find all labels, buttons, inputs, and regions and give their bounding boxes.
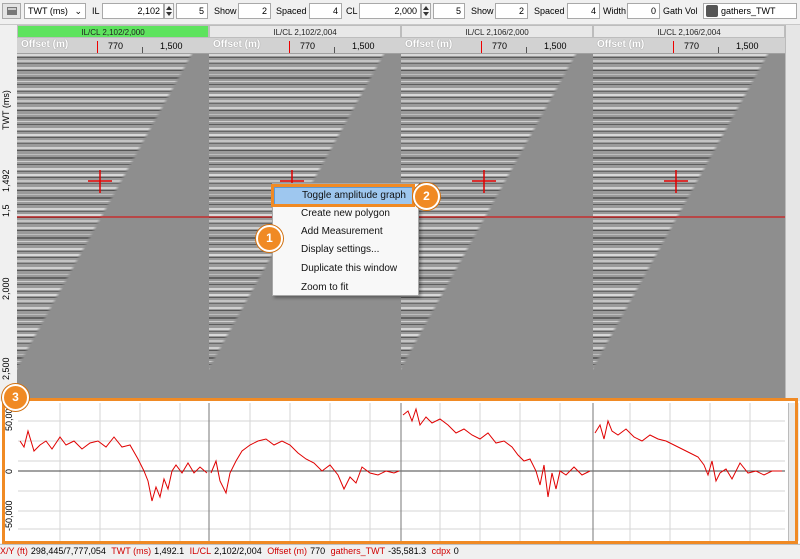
cursor-marker-1: [97, 41, 98, 53]
twt-tick-2500: 2,500: [1, 357, 11, 380]
show2-input[interactable]: 2: [495, 3, 528, 19]
offset-tick-770-4: 770: [684, 41, 700, 51]
tickmark: [526, 47, 527, 53]
spaced2-input[interactable]: 4: [567, 3, 600, 19]
status-xy-value: 298,445/7,777,054: [30, 546, 106, 556]
tickmark: [142, 47, 143, 53]
show2-label: Show: [471, 6, 494, 16]
seismic-image-1: [17, 54, 209, 399]
twt-axis-label: TWT (ms): [1, 90, 11, 130]
spaced2-label: Spaced: [534, 6, 565, 16]
width-input[interactable]: 0: [627, 3, 660, 19]
gathvol-field[interactable]: gathers_TWT: [703, 3, 797, 19]
chevron-down-icon: ⌄: [74, 6, 82, 16]
menu-item-duplicate-window[interactable]: Duplicate this window: [274, 260, 417, 278]
callout-2: 2: [413, 183, 440, 210]
offset-axis-label-3: Offset (m): [405, 39, 453, 50]
panel-title-2[interactable]: IL/CL 2,102/2,004: [209, 25, 401, 38]
menu-item-zoom-to-fit[interactable]: Zoom to fit: [274, 279, 417, 297]
domain-select-value: TWT (ms): [28, 6, 68, 16]
status-cdpx-value: 0: [453, 546, 459, 556]
offset-tick-770-1: 770: [108, 41, 124, 51]
offset-tick-1500-4: 1,500: [736, 41, 759, 51]
status-twt-value: 1,492.1: [154, 546, 185, 556]
offset-axis-1: Offset (m) 770 1,500: [17, 38, 209, 54]
gathvol-value: gathers_TWT: [721, 6, 776, 16]
twt-tick-1500: 1,5: [1, 204, 11, 217]
il-step-input[interactable]: 5: [176, 3, 208, 19]
cursor-marker-3: [481, 41, 482, 53]
panel-title-1[interactable]: IL/CL 2,102/2,000: [17, 25, 209, 38]
menu-item-highlight: [271, 184, 415, 207]
status-twt-label: TWT (ms): [111, 546, 152, 556]
twt-tick-1492: 1,492: [1, 169, 11, 192]
tickmark: [718, 47, 719, 53]
menu-item-add-measurement[interactable]: Add Measurement: [274, 223, 417, 241]
panel-title-3[interactable]: IL/CL 2,106/2,000: [401, 25, 593, 38]
gather-panel-1[interactable]: [17, 54, 209, 399]
twt-axis: TWT (ms) 1,492 1,5 2,000 2,500: [0, 25, 18, 401]
seismic-image-4: [593, 54, 785, 399]
show-label: Show: [214, 6, 237, 16]
cursor-marker-2: [289, 41, 290, 53]
window-menu-icon[interactable]: [2, 3, 21, 19]
offset-axis-4: Offset (m) 770 1,500: [593, 38, 785, 54]
status-offset-value: 770: [310, 546, 326, 556]
status-ilcl-value: 2,102/2,004: [214, 546, 262, 556]
seismic-image-3: [401, 54, 593, 399]
offset-axis-label-2: Offset (m): [213, 39, 261, 50]
status-xy-label: X/Y (ft): [0, 546, 28, 556]
panel-title-4[interactable]: IL/CL 2,106/2,004: [593, 25, 785, 38]
il-label: IL: [92, 6, 100, 16]
cl-step-input[interactable]: 5: [433, 3, 465, 19]
domain-select[interactable]: TWT (ms) ⌄: [24, 3, 86, 19]
offset-axis-label-1: Offset (m): [21, 39, 69, 50]
gathvol-label: Gath Vol: [663, 6, 698, 16]
cl-input[interactable]: 2,000: [359, 3, 421, 19]
il-input[interactable]: 2,102: [102, 3, 164, 19]
gather-panel-3[interactable]: [401, 54, 593, 399]
spaced-input[interactable]: 4: [309, 3, 342, 19]
status-offset-label: Offset (m): [267, 546, 308, 556]
offset-axis-label-4: Offset (m): [597, 39, 645, 50]
gather-panel-4[interactable]: [593, 54, 785, 399]
il-spinner[interactable]: [164, 3, 174, 19]
offset-axis-2: Offset (m) 770 1,500: [209, 38, 401, 54]
cursor-marker-4: [673, 41, 674, 53]
offset-tick-1500-1: 1,500: [160, 41, 183, 51]
menu-item-display-settings[interactable]: Display settings...: [274, 241, 417, 259]
callout-3: 3: [2, 384, 29, 411]
offset-tick-1500-2: 1,500: [352, 41, 375, 51]
width-label: Width: [603, 6, 627, 16]
status-gathers-value: -35,581.3: [388, 546, 427, 556]
offset-tick-1500-3: 1,500: [544, 41, 567, 51]
cl-spinner[interactable]: [421, 3, 431, 19]
vertical-scrollbar[interactable]: [785, 25, 800, 401]
offset-tick-770-3: 770: [492, 41, 508, 51]
offset-axis-3: Offset (m) 770 1,500: [401, 38, 593, 54]
status-cdpx-label: cdpx: [431, 546, 451, 556]
volume-icon: [706, 5, 718, 17]
show-input[interactable]: 2: [238, 3, 271, 19]
spaced-label: Spaced: [276, 6, 307, 16]
twt-tick-2000: 2,000: [1, 277, 11, 300]
status-bar: X/Y (ft) 298,445/7,777,054 TWT (ms) 1,492.…: [0, 544, 800, 559]
status-gathers-label: gathers_TWT: [330, 546, 386, 556]
tickmark: [334, 47, 335, 53]
amp-graph-highlight: [2, 398, 798, 544]
toolbar: TWT (ms) ⌄ IL 2,102 5 Show 2 Spaced 4 CL…: [0, 0, 800, 25]
status-ilcl-label: IL/CL: [189, 546, 212, 556]
callout-1: 1: [256, 225, 283, 252]
cl-label: CL: [346, 6, 358, 16]
offset-tick-770-2: 770: [300, 41, 316, 51]
menu-item-create-new-polygon[interactable]: Create new polygon: [274, 205, 417, 223]
